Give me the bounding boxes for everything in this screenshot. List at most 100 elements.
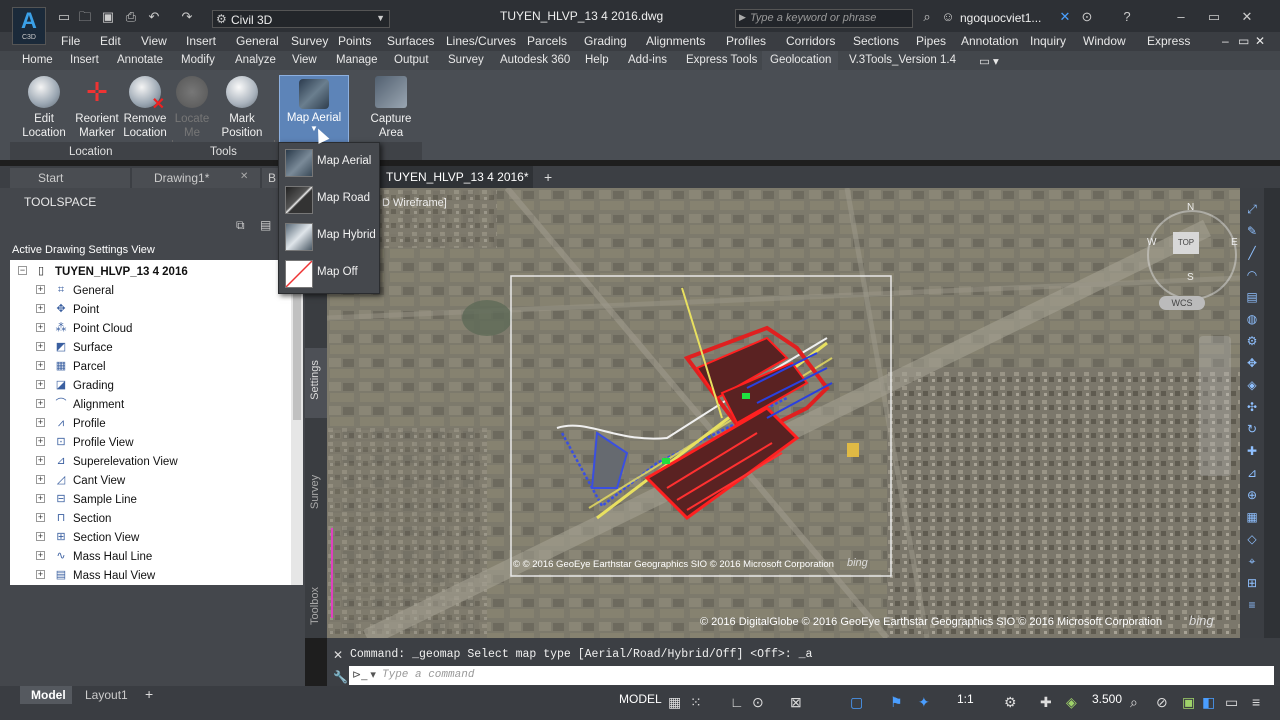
open-icon[interactable]: 🗀 (78, 10, 92, 24)
tree-item-mass-haul-view[interactable]: + ▤ Mass Haul View (10, 567, 291, 586)
search-box[interactable]: ▶ Type a keyword or phrase (735, 9, 913, 28)
tree-item-sample-line[interactable]: + ⊟ Sample Line (10, 491, 291, 510)
add-layout-button[interactable]: + (145, 686, 153, 702)
menu-edit[interactable]: Edit (100, 34, 121, 48)
toolspace-options-icon[interactable]: ▤ (260, 218, 271, 232)
menu-grading[interactable]: Grading (584, 34, 627, 48)
menu-window[interactable]: Window (1083, 34, 1126, 48)
viewcube-top-face[interactable]: TOP (1173, 232, 1199, 254)
tab-model[interactable]: Model (20, 686, 72, 704)
tab-output[interactable]: Output (394, 54, 429, 66)
expand-icon[interactable]: + (36, 285, 45, 294)
side-tab-toolbox-label[interactable]: Toolbox (309, 587, 321, 625)
customize-icon[interactable]: ≡ (1252, 694, 1260, 710)
expand-icon[interactable]: + (36, 323, 45, 332)
tree-item-point-cloud[interactable]: + ⁂ Point Cloud (10, 320, 291, 339)
tab-survey[interactable]: Survey (448, 54, 484, 66)
navigation-bar[interactable] (1199, 336, 1231, 476)
binoculars-icon[interactable]: ⌕ (920, 10, 934, 24)
settings-icon[interactable]: ⚙ (1245, 334, 1259, 348)
expand-icon[interactable]: + (36, 380, 45, 389)
search-input[interactable]: Type a keyword or phrase (750, 12, 876, 24)
tab-home[interactable]: Home (22, 54, 53, 66)
edit-location-button[interactable]: Edit Location (18, 76, 70, 140)
tree-item-section-view[interactable]: + ⊞ Section View (10, 529, 291, 548)
map-hybrid-option[interactable]: Map Hybrid (283, 219, 377, 253)
menu-annotation[interactable]: Annotation (961, 34, 1018, 48)
model-space-button[interactable]: MODEL (619, 692, 662, 706)
workspace-selector[interactable]: ⚙ Civil 3D ▼ (212, 10, 390, 28)
user-name[interactable]: ngoquocviet1... (960, 11, 1041, 25)
wcs-button[interactable]: WCS (1159, 296, 1205, 310)
pin-icon[interactable]: ✚ (1245, 444, 1259, 458)
expand-icon[interactable]: + (36, 304, 45, 313)
globe-icon[interactable]: ◍ (1245, 312, 1259, 326)
expand-icon[interactable]: + (36, 361, 45, 370)
reorient-marker-button[interactable]: ✛ Reorient Marker (72, 76, 122, 140)
menu-profiles[interactable]: Profiles (726, 34, 766, 48)
doc-close-icon[interactable]: ✕ (1255, 34, 1265, 48)
line-icon[interactable]: ╱ (1245, 246, 1259, 260)
isolate-icon[interactable]: ⌕ (1130, 694, 1138, 711)
measure-icon[interactable]: ⊿ (1245, 466, 1259, 480)
new-tab-button[interactable]: + (544, 169, 552, 185)
tree-item-section[interactable]: + ⊓ Section (10, 510, 291, 529)
tab-start[interactable]: Start (10, 168, 130, 188)
expand-icon[interactable]: + (36, 532, 45, 541)
snap-icon[interactable]: ⁙ (690, 694, 702, 711)
map-road-option[interactable]: Map Road (283, 182, 377, 216)
capture-area-button[interactable]: Capture Area (364, 76, 418, 140)
tab-add-ins[interactable]: Add-ins (628, 54, 667, 66)
table-icon[interactable]: ⊞ (1245, 576, 1259, 590)
menu-view[interactable]: View (141, 34, 167, 48)
tab-view[interactable]: View (292, 54, 317, 66)
tab-b[interactable]: B (262, 168, 278, 188)
toolspace-view-icon[interactable]: ⧉ (236, 218, 245, 233)
map-aerial-option[interactable]: Map Aerial (283, 145, 377, 179)
layer-icon[interactable]: ◈ (1066, 694, 1077, 711)
save-icon[interactable]: ▣ (101, 10, 115, 24)
tab-autodesk-360[interactable]: Autodesk 360 (500, 54, 570, 66)
map-off-option[interactable]: Map Off (283, 256, 377, 290)
close-icon[interactable]: ✕ (1240, 10, 1254, 24)
command-input[interactable]: Type a command (382, 669, 474, 681)
tab-geolocation[interactable]: Geolocation (770, 54, 831, 66)
tab-annotate[interactable]: Annotate (117, 54, 163, 66)
fullscreen-icon[interactable]: ▭ (1225, 694, 1238, 711)
rotate-icon[interactable]: ↻ (1245, 422, 1259, 436)
tree-item-alignment[interactable]: + ⌒ Alignment (10, 396, 291, 415)
a360-icon[interactable]: ⊙ (1080, 10, 1094, 24)
draw-icon[interactable]: ✎ (1245, 224, 1259, 238)
clean-screen-icon[interactable]: ▣ (1182, 694, 1195, 711)
view-style-label[interactable]: D Wireframe] (382, 197, 447, 209)
list-icon[interactable]: ≡ (1245, 598, 1259, 612)
mark-position-button[interactable]: Mark Position (215, 76, 269, 140)
doc-restore-icon[interactable]: ▭ (1238, 34, 1249, 48)
doc-minimize-icon[interactable]: – (1222, 34, 1229, 48)
otrack-icon[interactable]: ▢ (850, 694, 863, 711)
remove-location-button[interactable]: ✕ Remove Location (120, 76, 170, 140)
document-icon[interactable]: ▤ (1245, 290, 1259, 304)
ribbon-minimize-icon[interactable]: ▭ ▾ (979, 54, 999, 68)
menu-inquiry[interactable]: Inquiry (1030, 34, 1066, 48)
menu-insert[interactable]: Insert (186, 34, 216, 48)
command-settings-icon[interactable]: 🔧 (333, 670, 348, 684)
snap-icon[interactable]: ⊕ (1245, 488, 1259, 502)
expand-icon[interactable]: + (36, 437, 45, 446)
close-icon[interactable]: ✕ (240, 171, 248, 182)
visibility-icon[interactable]: ✦ (918, 694, 930, 711)
expand-icon[interactable]: + (36, 551, 45, 560)
layer-icon[interactable]: ◈ (1245, 378, 1259, 392)
menu-corridors[interactable]: Corridors (786, 34, 835, 48)
tab-modify[interactable]: Modify (181, 54, 215, 66)
block-icon[interactable]: ◇ (1245, 532, 1259, 546)
side-tab-survey-label[interactable]: Survey (309, 475, 321, 509)
grid-icon[interactable]: ▦ (668, 694, 681, 711)
menu-survey[interactable]: Survey (291, 34, 328, 48)
expand-icon[interactable]: + (36, 475, 45, 484)
menu-file[interactable]: File (61, 34, 80, 48)
tree-item-mass-haul-line[interactable]: + ∿ Mass Haul Line (10, 548, 291, 567)
app-menu-button[interactable]: A C3D (12, 7, 46, 45)
properties-icon[interactable]: ◧ (1202, 694, 1215, 711)
collapse-icon[interactable]: − (18, 266, 27, 275)
